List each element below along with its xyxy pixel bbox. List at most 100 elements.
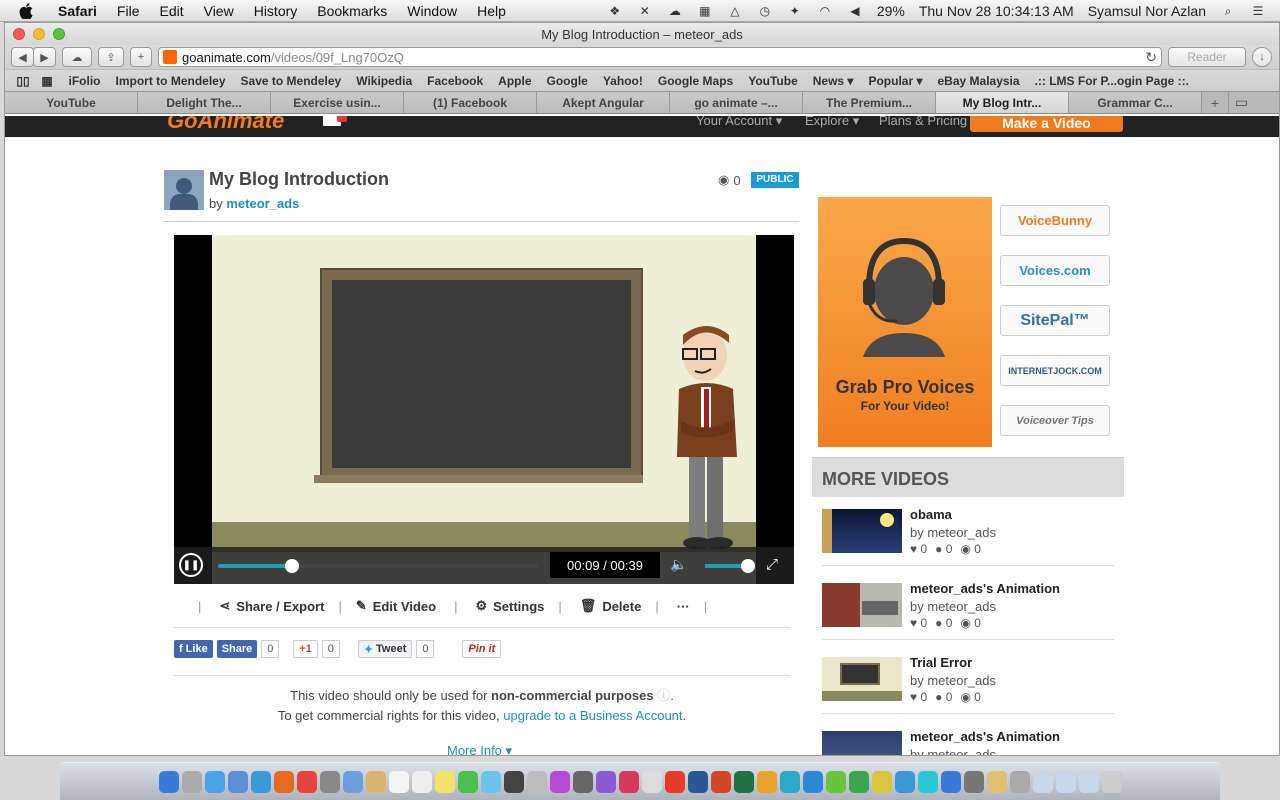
share-button[interactable]: ⇪ (98, 47, 124, 67)
app-icon-10[interactable] (894, 770, 915, 793)
app-icon-12[interactable] (940, 770, 961, 793)
user-name[interactable]: Syamsul Nor Azlan (1088, 3, 1206, 19)
itunes-icon[interactable] (480, 770, 501, 793)
excel-icon[interactable] (733, 770, 754, 793)
make-video-button[interactable]: Make a Video (970, 116, 1123, 132)
ad-logo-voiceover-tips[interactable]: Voiceover Tips (1000, 405, 1110, 436)
address-bar[interactable]: goanimate.com/videos/09f_Lng70OzQ ↻ (158, 47, 1162, 67)
bookmark-save-mendeley[interactable]: Save to Mendeley (233, 74, 349, 88)
video-thumbnail[interactable] (822, 731, 902, 755)
calendar-icon[interactable] (388, 770, 409, 793)
nav-explore[interactable]: Explore ▾ (805, 116, 859, 129)
wifi-icon[interactable]: ◠ (817, 4, 833, 18)
ad-logo-voicebunny[interactable]: VoiceBunny (1000, 205, 1110, 236)
reading-list-icon[interactable]: ▯▯ (15, 74, 31, 88)
downloads-stack-icon[interactable] (1078, 770, 1099, 793)
bookmark-facebook[interactable]: Facebook (420, 74, 491, 88)
app-icon-3[interactable] (595, 770, 616, 793)
facebook-share-button[interactable]: Share (216, 640, 258, 658)
bookmark-news[interactable]: News ▾ (805, 74, 861, 88)
delete-button[interactable]: 🗑 Delete (580, 598, 642, 614)
volume-slider[interactable] (705, 559, 755, 573)
volume-icon[interactable]: ◀ (847, 4, 863, 18)
video-title[interactable]: obama (910, 507, 952, 522)
more-actions-button[interactable]: ··· (677, 599, 690, 614)
messages-icon[interactable] (457, 770, 478, 793)
pause-button[interactable]: ❚❚ (179, 553, 203, 577)
new-tab-button[interactable]: + (1202, 92, 1228, 113)
menu-bookmarks[interactable]: Bookmarks (307, 3, 397, 19)
reader-button[interactable]: Reader (1168, 47, 1246, 67)
app-icon-13[interactable] (963, 770, 984, 793)
fullscreen-icon[interactable]: ⤢ (766, 556, 778, 573)
bookmark-wikipedia[interactable]: Wikipedia (349, 74, 420, 88)
bookmark-import-mendeley[interactable]: Import to Mendeley (108, 74, 233, 88)
ad-logo-sitepal[interactable]: SitePal™ (1000, 305, 1110, 336)
tweet-button[interactable]: ✦ Tweet (357, 640, 413, 658)
firefox-icon[interactable] (273, 770, 294, 793)
drive-icon[interactable]: △ (727, 4, 743, 18)
icloud-tabs-button[interactable]: ☁ (62, 47, 92, 67)
reload-icon[interactable]: ↻ (1145, 49, 1157, 66)
facebook-like-button[interactable]: f Like (174, 640, 213, 658)
app-icon-9[interactable] (871, 770, 892, 793)
bookmark-ebay[interactable]: eBay Malaysia (930, 74, 1027, 88)
app-icon[interactable] (549, 770, 570, 793)
list-item[interactable]: meteor_ads's Animation by meteor_ads (822, 729, 1114, 755)
apple-menu-icon[interactable] (18, 2, 34, 19)
app-icon-8[interactable] (848, 770, 869, 793)
battery-percent[interactable]: 29% (877, 3, 905, 19)
downloads-icon[interactable]: ↓ (1252, 47, 1272, 67)
edit-video-button[interactable]: ✎ Edit Video (356, 598, 436, 614)
close-window-button[interactable] (13, 28, 25, 40)
film-icon[interactable]: ▦ (697, 4, 713, 18)
video-thumbnail[interactable] (822, 657, 902, 701)
menu-window[interactable]: Window (397, 3, 467, 19)
spotlight-icon[interactable]: ⌕ (1220, 4, 1236, 18)
tab-delight[interactable]: Delight The... (138, 92, 271, 113)
zoom-window-button[interactable] (53, 28, 65, 40)
menu-edit[interactable]: Edit (149, 3, 193, 19)
clock[interactable]: Thu Nov 28 10:34:13 AM (919, 3, 1074, 19)
voice-ad-banner[interactable]: Grab Pro Voices For Your Video! VoiceBun… (818, 197, 1118, 447)
bookmark-yahoo[interactable]: Yahoo! (595, 74, 650, 88)
video-player[interactable]: ❚❚ 00:09 / 00:39 🔈 ⤢ (174, 235, 794, 584)
ad-logo-internetjock[interactable]: INTERNETJOCK.COM (1000, 355, 1110, 386)
bookmark-google[interactable]: Google (539, 74, 595, 88)
app-icon-2[interactable] (572, 770, 593, 793)
app-icon-14[interactable] (986, 770, 1007, 793)
menu-view[interactable]: View (194, 3, 244, 19)
ad-logo-voices[interactable]: Voices.com (1000, 255, 1110, 286)
photo-booth-icon[interactable] (503, 770, 524, 793)
avatar[interactable] (164, 170, 204, 210)
time-machine-icon[interactable]: ◷ (757, 4, 773, 18)
mail-app-icon[interactable] (342, 770, 363, 793)
launchpad-icon[interactable] (181, 770, 202, 793)
menu-history[interactable]: History (244, 3, 308, 19)
reminders-icon[interactable] (411, 770, 432, 793)
tab-my-blog[interactable]: My Blog Intr... (936, 92, 1069, 113)
app-store-icon[interactable] (204, 770, 225, 793)
bluetooth-icon[interactable]: ✦ (787, 4, 803, 18)
minimize-window-button[interactable] (33, 28, 45, 40)
menu-file[interactable]: File (107, 3, 150, 19)
tab-akept[interactable]: Akept Angular (537, 92, 670, 113)
notification-center-icon[interactable]: ☰ (1250, 4, 1266, 18)
folder-icon-2[interactable] (1055, 770, 1076, 793)
pinterest-button[interactable]: Pin it (462, 640, 502, 658)
back-button[interactable]: ◀ (11, 47, 34, 67)
safari-icon[interactable] (250, 770, 271, 793)
list-item[interactable]: meteor_ads's Animation by meteor_ads ♥ 0… (822, 581, 1114, 647)
tab-youtube[interactable]: YouTube (5, 92, 138, 113)
share-export-button[interactable]: ⋖ Share / Export (219, 598, 324, 614)
chrome-icon[interactable] (296, 770, 317, 793)
finder-icon[interactable] (158, 770, 179, 793)
bookmark-youtube[interactable]: YouTube (741, 74, 806, 88)
seek-handle[interactable] (284, 559, 299, 573)
tab-overview-icon[interactable]: ▭ (1228, 92, 1254, 113)
tab-premium[interactable]: The Premium... (803, 92, 936, 113)
video-title[interactable]: Trial Error (910, 655, 972, 670)
folder-icon[interactable] (1032, 770, 1053, 793)
trash-dock-icon[interactable] (1101, 770, 1122, 793)
video-thumbnail[interactable] (822, 509, 902, 553)
